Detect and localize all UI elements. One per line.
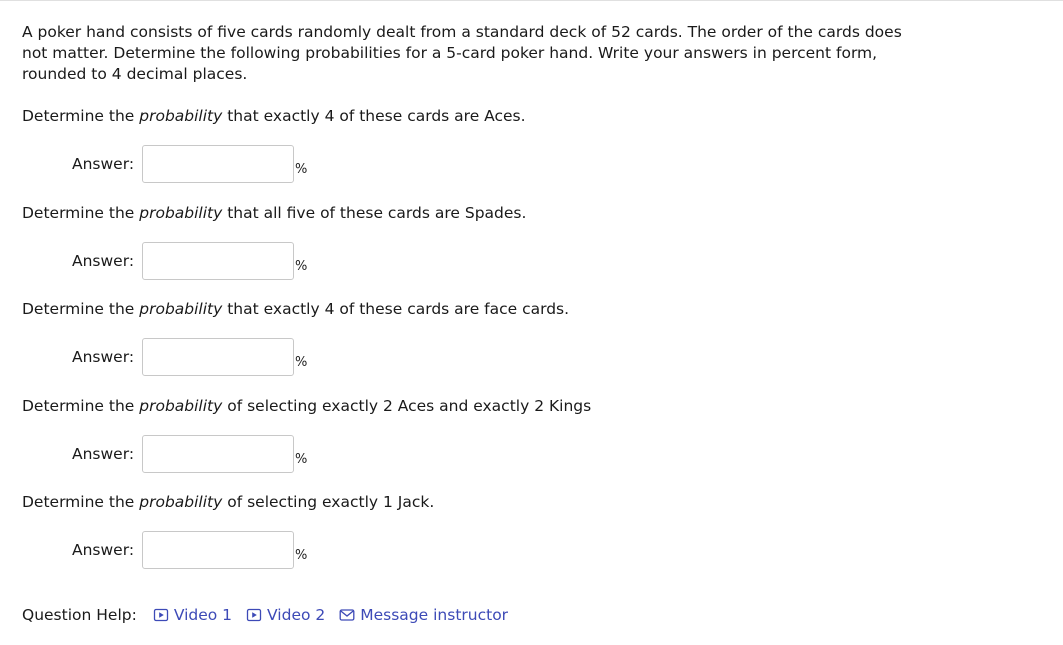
- question-1-prefix: Determine the: [22, 107, 140, 125]
- question-5-suffix: of selecting exactly 1 Jack.: [222, 493, 435, 511]
- question-4-percent-unit: %: [295, 452, 308, 467]
- video-1-label: Video 1: [173, 606, 233, 624]
- question-5-answer-row: Answer: %: [72, 531, 307, 569]
- video-1-link[interactable]: Video 1: [153, 604, 232, 626]
- question-5-text: Determine the probability of selecting e…: [22, 492, 434, 513]
- problem-intro: A poker hand consists of five cards rand…: [22, 23, 902, 83]
- question-3-answer-row: Answer: %: [72, 338, 307, 376]
- question-4-text: Determine the probability of selecting e…: [22, 396, 591, 417]
- question-1-answer-row: Answer: %: [72, 145, 307, 183]
- question-1-text: Determine the probability that exactly 4…: [22, 106, 526, 127]
- question-5-emphasis: probability: [139, 493, 223, 511]
- top-divider: [0, 0, 1063, 1]
- envelope-icon: [339, 607, 355, 623]
- question-1-suffix: that exactly 4 of these cards are Aces.: [222, 107, 526, 125]
- question-3-text: Determine the probability that exactly 4…: [22, 299, 569, 320]
- question-2-suffix: that all five of these cards are Spades.: [222, 204, 527, 222]
- play-icon: [153, 607, 169, 623]
- question-2-percent-unit: %: [295, 259, 308, 274]
- question-4-suffix: of selecting exactly 2 Aces and exactly …: [222, 397, 592, 415]
- question-5-percent-unit: %: [295, 548, 308, 563]
- question-3-prefix: Determine the: [22, 300, 140, 318]
- question-4-answer-input[interactable]: [142, 435, 294, 473]
- play-icon: [246, 607, 262, 623]
- video-2-link[interactable]: Video 2: [246, 604, 325, 626]
- question-3-answer-label: Answer:: [72, 347, 135, 366]
- video-2-label: Video 2: [267, 606, 326, 624]
- question-3-suffix: that exactly 4 of these cards are face c…: [222, 300, 570, 318]
- question-3-emphasis: probability: [139, 300, 223, 318]
- question-1-percent-unit: %: [295, 162, 308, 177]
- question-4-answer-row: Answer: %: [72, 435, 307, 473]
- question-help-bar: Question Help: Video 1 Video 2 Message i…: [22, 604, 522, 626]
- question-2-text: Determine the probability that all five …: [22, 203, 526, 224]
- question-3-answer-input[interactable]: [142, 338, 294, 376]
- question-2-answer-row: Answer: %: [72, 242, 307, 280]
- question-5-answer-input[interactable]: [142, 531, 294, 569]
- question-1-answer-label: Answer:: [72, 154, 135, 173]
- question-3-percent-unit: %: [295, 355, 308, 370]
- message-instructor-link[interactable]: Message instructor: [339, 604, 508, 626]
- question-4-emphasis: probability: [139, 397, 223, 415]
- question-5-prefix: Determine the: [22, 493, 140, 511]
- question-1-answer-input[interactable]: [142, 145, 294, 183]
- question-2-prefix: Determine the: [22, 204, 140, 222]
- question-help-label: Question Help:: [22, 606, 137, 624]
- question-4-answer-label: Answer:: [72, 444, 135, 463]
- question-2-emphasis: probability: [139, 204, 223, 222]
- question-2-answer-label: Answer:: [72, 251, 135, 270]
- question-5-answer-label: Answer:: [72, 540, 135, 559]
- question-4-prefix: Determine the: [22, 397, 140, 415]
- message-instructor-label: Message instructor: [360, 606, 509, 624]
- question-1-emphasis: probability: [139, 107, 223, 125]
- question-2-answer-input[interactable]: [142, 242, 294, 280]
